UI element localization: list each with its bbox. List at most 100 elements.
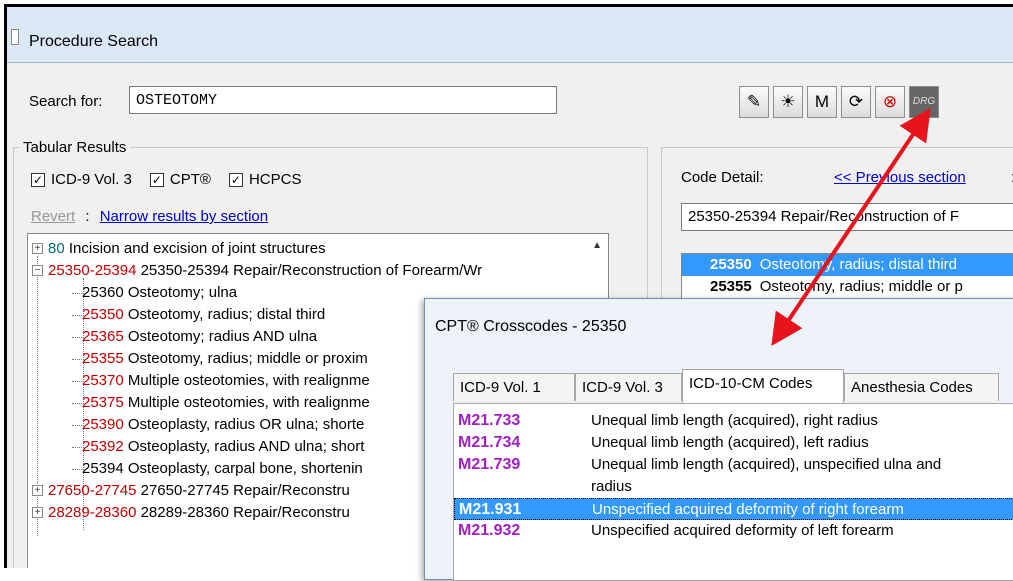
tree-item-label: Incision and excision of joint structure… (64, 240, 326, 257)
tree-item-code: 25365 (82, 328, 124, 345)
crosscode-code: M21.739 (458, 456, 521, 473)
tree-item-label: Osteotomy, radius; middle or proxim (123, 350, 368, 367)
tree-item-label: Osteotomy; radius AND ulna (123, 328, 318, 345)
tree-item-label: 25350-25394 Repair/Reconstruction of For… (136, 262, 483, 279)
revert-row: Revert : Narrow results by section (31, 208, 268, 225)
tree-item-code: 25350-25394 (48, 262, 137, 279)
m-button[interactable]: M (807, 86, 837, 118)
crosscode-desc: Unequal limb length (acquired), left rad… (591, 434, 869, 451)
narrow-results-link[interactable]: Narrow results by section (100, 208, 268, 225)
tree-item-code: 25370 (82, 372, 124, 389)
tree-item-label: 28289-28360 Repair/Reconstru (136, 504, 350, 521)
tree-item-label: Osteoplasty, radius AND ulna; short (123, 438, 365, 455)
tree-item-label: 25394 Osteoplasty, carpal bone, shorteni… (82, 460, 363, 477)
tree-item-code: 28289-28360 (48, 504, 137, 521)
filter-checkboxes: ✓ ICD-9 Vol. 3 ✓ CPT® ✓ HCPCS (31, 171, 315, 188)
detail-code: 25350 (710, 256, 752, 273)
detail-row[interactable]: 25350 Osteotomy, radius; distal third (682, 254, 1013, 276)
crosscode-code: M21.932 (458, 522, 521, 539)
tab-icd9-vol3[interactable]: ICD-9 Vol. 3 (575, 373, 682, 401)
search-label: Search for: (29, 93, 103, 110)
crosscode-row[interactable]: M21.932 Unspecified acquired deformity o… (454, 520, 1013, 542)
checkbox-hcpcs[interactable]: ✓ (228, 172, 243, 187)
tree-branch-line (72, 447, 82, 448)
title-bar: Procedure Search (7, 7, 1013, 63)
tree-item-label: Osteoplasty, radius OR ulna; shorte (123, 416, 365, 433)
expand-icon[interactable]: + (32, 507, 43, 518)
crosscode-row[interactable]: M21.733 Unequal limb length (acquired), … (454, 410, 1013, 432)
tree-item-label: 25360 Osteotomy; ulna (82, 284, 238, 301)
tab-icd9-vol1[interactable]: ICD-9 Vol. 1 (453, 373, 575, 401)
drg-icon: DRG (912, 96, 936, 107)
window-title: Procedure Search (29, 33, 158, 50)
m-icon: M (814, 92, 830, 111)
tree-item-code: 25350 (82, 306, 124, 323)
expand-icon[interactable]: + (32, 485, 43, 496)
collapse-icon[interactable]: − (32, 265, 43, 276)
detail-text: Osteotomy, radius; middle or p (759, 278, 963, 295)
crosscodes-dialog: CPT® Crosscodes - 25350 ICD-9 Vol. 1 ICD… (424, 298, 1013, 581)
crosscode-desc: Unspecified acquired deformity of right … (592, 501, 904, 518)
tree-branch-line (72, 337, 82, 338)
crosscodes-title: CPT® Crosscodes - 25350 (435, 318, 627, 335)
tree-item-code: 27650-27745 (48, 482, 137, 499)
checkbox-icd9-vol3[interactable]: ✓ (31, 172, 45, 187)
tree-item-code: 80 (48, 240, 65, 257)
checkbox-label-cpt: CPT® (169, 171, 211, 188)
crosscode-desc: Unequal limb length (acquired), right ra… (591, 412, 878, 429)
tree-branch-line (72, 381, 82, 382)
crosscodes-button[interactable]: ⊗ (875, 86, 905, 118)
crosscodes-icon: ⊗ (882, 92, 898, 111)
tree-branch-line (72, 359, 82, 360)
crosscode-row[interactable]: M21.734 Unequal limb length (acquired), … (454, 432, 1013, 454)
detail-text: Osteotomy, radius; distal third (759, 256, 958, 273)
revert-separator: : (85, 208, 90, 225)
refresh-button[interactable]: ⟳ (841, 86, 871, 118)
tree-branch-line (72, 425, 82, 426)
tree-item-code: 25390 (82, 416, 124, 433)
lightbulb-icon: ☀ (780, 92, 796, 111)
lightbulb-button[interactable]: ☀ (773, 86, 803, 118)
tabular-results-legend: Tabular Results (19, 139, 131, 156)
crosscode-code: M21.931 (459, 501, 522, 518)
crosscode-desc: Unspecified acquired deformity of left f… (591, 522, 894, 539)
checkbox-label-hcpcs: HCPCS (248, 171, 302, 188)
revert-link[interactable]: Revert (31, 208, 75, 225)
tree-branch-line (72, 293, 82, 294)
tab-icd10-cm-codes[interactable]: ICD-10-CM Codes (682, 369, 844, 403)
section-field[interactable]: 25350-25394 Repair/Reconstruction of F (681, 203, 1013, 231)
tree-item-code: 25392 (82, 438, 124, 455)
expand-icon[interactable]: + (32, 243, 43, 254)
tree-branch-line (72, 403, 82, 404)
code-detail-label: Code Detail: (681, 169, 764, 186)
tree-branch-line (72, 315, 82, 316)
crosscode-row[interactable]: radius (454, 476, 1013, 498)
tree-item-code: 25375 (82, 394, 124, 411)
previous-section-link[interactable]: << Previous section (834, 169, 966, 186)
tab-anesthesia-codes[interactable]: Anesthesia Codes (844, 373, 999, 401)
window-icon (11, 29, 19, 45)
crosscode-row-selected[interactable]: M21.931 Unspecified acquired deformity o… (454, 498, 1013, 520)
notes-button[interactable]: ✎ (739, 86, 769, 118)
crosscode-desc: radius (591, 478, 632, 495)
tree-item-label: Osteotomy, radius; distal third (123, 306, 326, 323)
tree-item-label: Multiple osteotomies, with realignme (123, 394, 370, 411)
tree-item-code: 25355 (82, 350, 124, 367)
refresh-icon: ⟳ (848, 92, 864, 111)
checkbox-cpt[interactable]: ✓ (149, 172, 164, 187)
scroll-up-arrow-icon[interactable]: ▲ (592, 240, 602, 251)
notes-icon: ✎ (746, 92, 762, 111)
tree-item-label: Multiple osteotomies, with realignme (123, 372, 370, 389)
checkbox-label-icd9-vol3: ICD-9 Vol. 3 (51, 171, 132, 188)
tree-item-label: 27650-27745 Repair/Reconstru (136, 482, 350, 499)
search-input[interactable] (129, 86, 557, 114)
detail-code: 25355 (710, 278, 752, 295)
detail-row[interactable]: 25355 Osteotomy, radius; middle or p (682, 276, 1013, 298)
crosscode-row[interactable]: M21.739 Unequal limb length (acquired), … (454, 454, 1013, 476)
drg-button[interactable]: DRG (909, 86, 939, 118)
crosscode-code: M21.733 (458, 412, 521, 429)
crosscode-desc: Unequal limb length (acquired), unspecif… (591, 456, 942, 473)
crosscode-code: M21.734 (458, 434, 521, 451)
tree-branch-line (72, 469, 82, 470)
crosscodes-list[interactable]: M21.733 Unequal limb length (acquired), … (453, 403, 1013, 581)
